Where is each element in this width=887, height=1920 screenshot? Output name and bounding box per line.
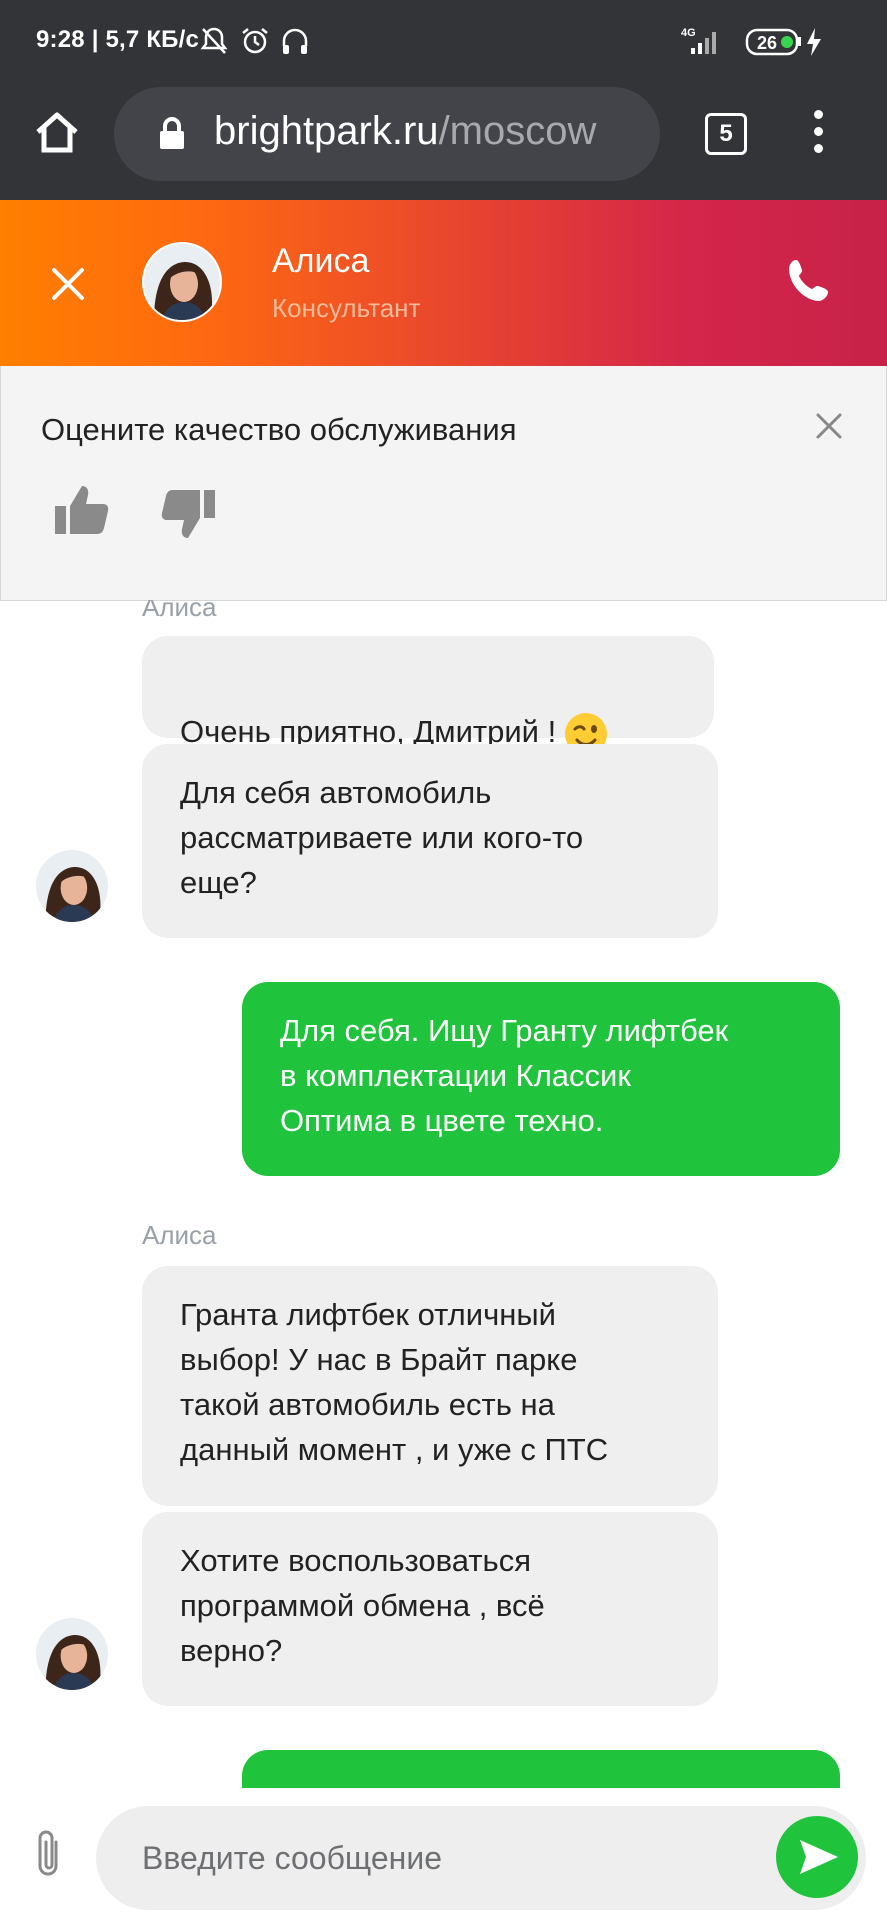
- incoming-message: Гранта лифтбек отличный выбор! У нас в Б…: [142, 1266, 718, 1506]
- lock-icon: [160, 117, 184, 149]
- overflow-menu-icon[interactable]: [806, 110, 830, 156]
- thumbs-down-icon[interactable]: [159, 488, 215, 540]
- network-label: 4G: [681, 27, 696, 39]
- url-text: brightpark.ru/moscow: [214, 109, 596, 154]
- message-list[interactable]: Алиса Очень приятно, Дмитрий ! Для себя …: [0, 600, 887, 1788]
- send-icon: [800, 1840, 838, 1874]
- tabs-count-button[interactable]: 5: [705, 113, 747, 155]
- message-input-bar: Введите сообщение: [0, 1788, 887, 1920]
- agent-name: Алиса: [272, 242, 370, 280]
- status-time-speed: 9:28 | 5,7 КБ/с: [36, 26, 200, 53]
- message-input[interactable]: Введите сообщение: [96, 1806, 866, 1910]
- rating-title: Оцените качество обслуживания: [41, 412, 517, 447]
- outgoing-message: Для себя. Ищу Гранту лифтбек в комплекта…: [242, 982, 840, 1176]
- url-bar[interactable]: brightpark.ru/moscow: [114, 87, 660, 181]
- battery-level: 26: [757, 33, 777, 53]
- incoming-message: Хотите воспользоваться программой обмена…: [142, 1512, 718, 1706]
- charging-icon: [807, 28, 821, 56]
- url-path: /moscow: [438, 109, 597, 153]
- agent-avatar: [142, 242, 222, 322]
- agent-role: Консультант: [272, 293, 421, 323]
- browser-toolbar: brightpark.ru/moscow 5: [0, 86, 887, 200]
- send-button[interactable]: [776, 1816, 858, 1898]
- headphones-icon: [282, 28, 308, 54]
- mute-notifications-icon: [200, 27, 228, 54]
- close-chat-icon[interactable]: [50, 266, 86, 302]
- signal-icon: 4G: [681, 27, 716, 54]
- url-domain: brightpark.ru: [214, 109, 439, 153]
- rating-panel: Оцените качество обслуживания: [0, 366, 887, 601]
- status-right-icons: 4G 26: [681, 24, 861, 60]
- chat-header: Алиса Консультант: [0, 200, 887, 366]
- paperclip-icon[interactable]: [34, 1828, 64, 1880]
- home-icon[interactable]: [32, 108, 82, 158]
- incoming-message: Для себя автомобиль рассматриваете или к…: [142, 744, 718, 938]
- agent-avatar-small: [36, 850, 108, 922]
- sender-name: Алиса: [142, 1220, 217, 1250]
- battery-icon: 26: [745, 28, 801, 56]
- sender-name: Алиса: [142, 600, 217, 622]
- phone-call-icon[interactable]: [784, 256, 834, 306]
- outgoing-message-partial: [242, 1750, 840, 1788]
- close-rating-icon[interactable]: [815, 412, 843, 440]
- agent-avatar-small: [36, 1618, 108, 1690]
- incoming-message: Очень приятно, Дмитрий !: [142, 636, 714, 755]
- thumbs-up-icon[interactable]: [55, 484, 111, 536]
- status-bar: 9:28 | 5,7 КБ/с 4G 26: [0, 0, 887, 86]
- alarm-icon: [242, 28, 268, 54]
